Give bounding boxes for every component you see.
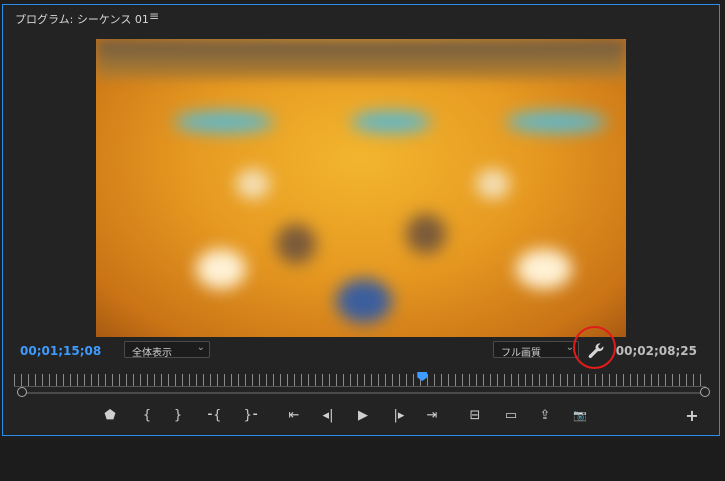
play-button[interactable]: ▶ bbox=[352, 407, 374, 425]
step-forward-button[interactable]: |▸ bbox=[388, 407, 410, 425]
export-frame-share-button[interactable]: ⇪ bbox=[534, 407, 556, 425]
duration-timecode: 00;02;08;25 bbox=[615, 344, 697, 358]
current-timecode[interactable]: 00;01;15;08 bbox=[20, 344, 101, 358]
button-editor-add-button[interactable]: + bbox=[681, 407, 703, 425]
zoom-scroll-bar[interactable] bbox=[22, 392, 706, 394]
mark-in-button[interactable]: { bbox=[136, 407, 158, 425]
video-blob bbox=[351, 111, 431, 133]
panel-title[interactable]: プログラム: シーケンス 01 bbox=[15, 11, 149, 27]
video-wall-area bbox=[96, 39, 626, 79]
video-blob bbox=[476, 169, 510, 199]
video-blob bbox=[506, 111, 606, 133]
video-blob bbox=[406, 214, 446, 254]
bottom-panel-area bbox=[0, 440, 725, 481]
zoom-level-value: 全体表示 bbox=[132, 348, 172, 359]
add-marker-button[interactable]: ⬟ bbox=[99, 407, 121, 425]
extract-button[interactable]: ▭ bbox=[500, 407, 522, 425]
go-to-previous-edit-button[interactable]: ⇤ bbox=[283, 407, 305, 425]
video-blob bbox=[276, 224, 316, 264]
zoom-scroll-left-handle[interactable] bbox=[17, 387, 27, 397]
mark-out-button[interactable]: } bbox=[167, 407, 189, 425]
playback-resolution-dropdown[interactable]: フル画質 ⌄ bbox=[493, 341, 579, 359]
highlight-circle bbox=[573, 326, 616, 369]
video-blob bbox=[196, 249, 246, 289]
video-blob bbox=[516, 249, 572, 289]
time-ruler[interactable] bbox=[14, 374, 706, 386]
time-ruler-baseline bbox=[14, 386, 706, 387]
playback-resolution-value: フル画質 bbox=[501, 348, 541, 359]
camera-icon[interactable]: 📷 bbox=[569, 407, 591, 425]
chevron-down-icon: ⌄ bbox=[196, 342, 205, 353]
video-blob bbox=[174, 111, 274, 133]
video-preview bbox=[96, 39, 626, 337]
step-back-button[interactable]: ◂| bbox=[317, 407, 339, 425]
zoom-scroll-right-handle[interactable] bbox=[700, 387, 710, 397]
video-blob bbox=[236, 169, 270, 199]
go-to-next-edit-button[interactable]: ⇥ bbox=[421, 407, 443, 425]
go-to-in-button[interactable]: ⁃{ bbox=[203, 407, 225, 425]
lift-button[interactable]: ⊟ bbox=[464, 407, 486, 425]
go-to-out-button[interactable]: }⁃ bbox=[240, 407, 262, 425]
video-blob bbox=[336, 279, 392, 323]
panel-menu-icon[interactable]: ≡ bbox=[149, 9, 159, 23]
zoom-level-dropdown[interactable]: 全体表示 ⌄ bbox=[124, 341, 210, 359]
